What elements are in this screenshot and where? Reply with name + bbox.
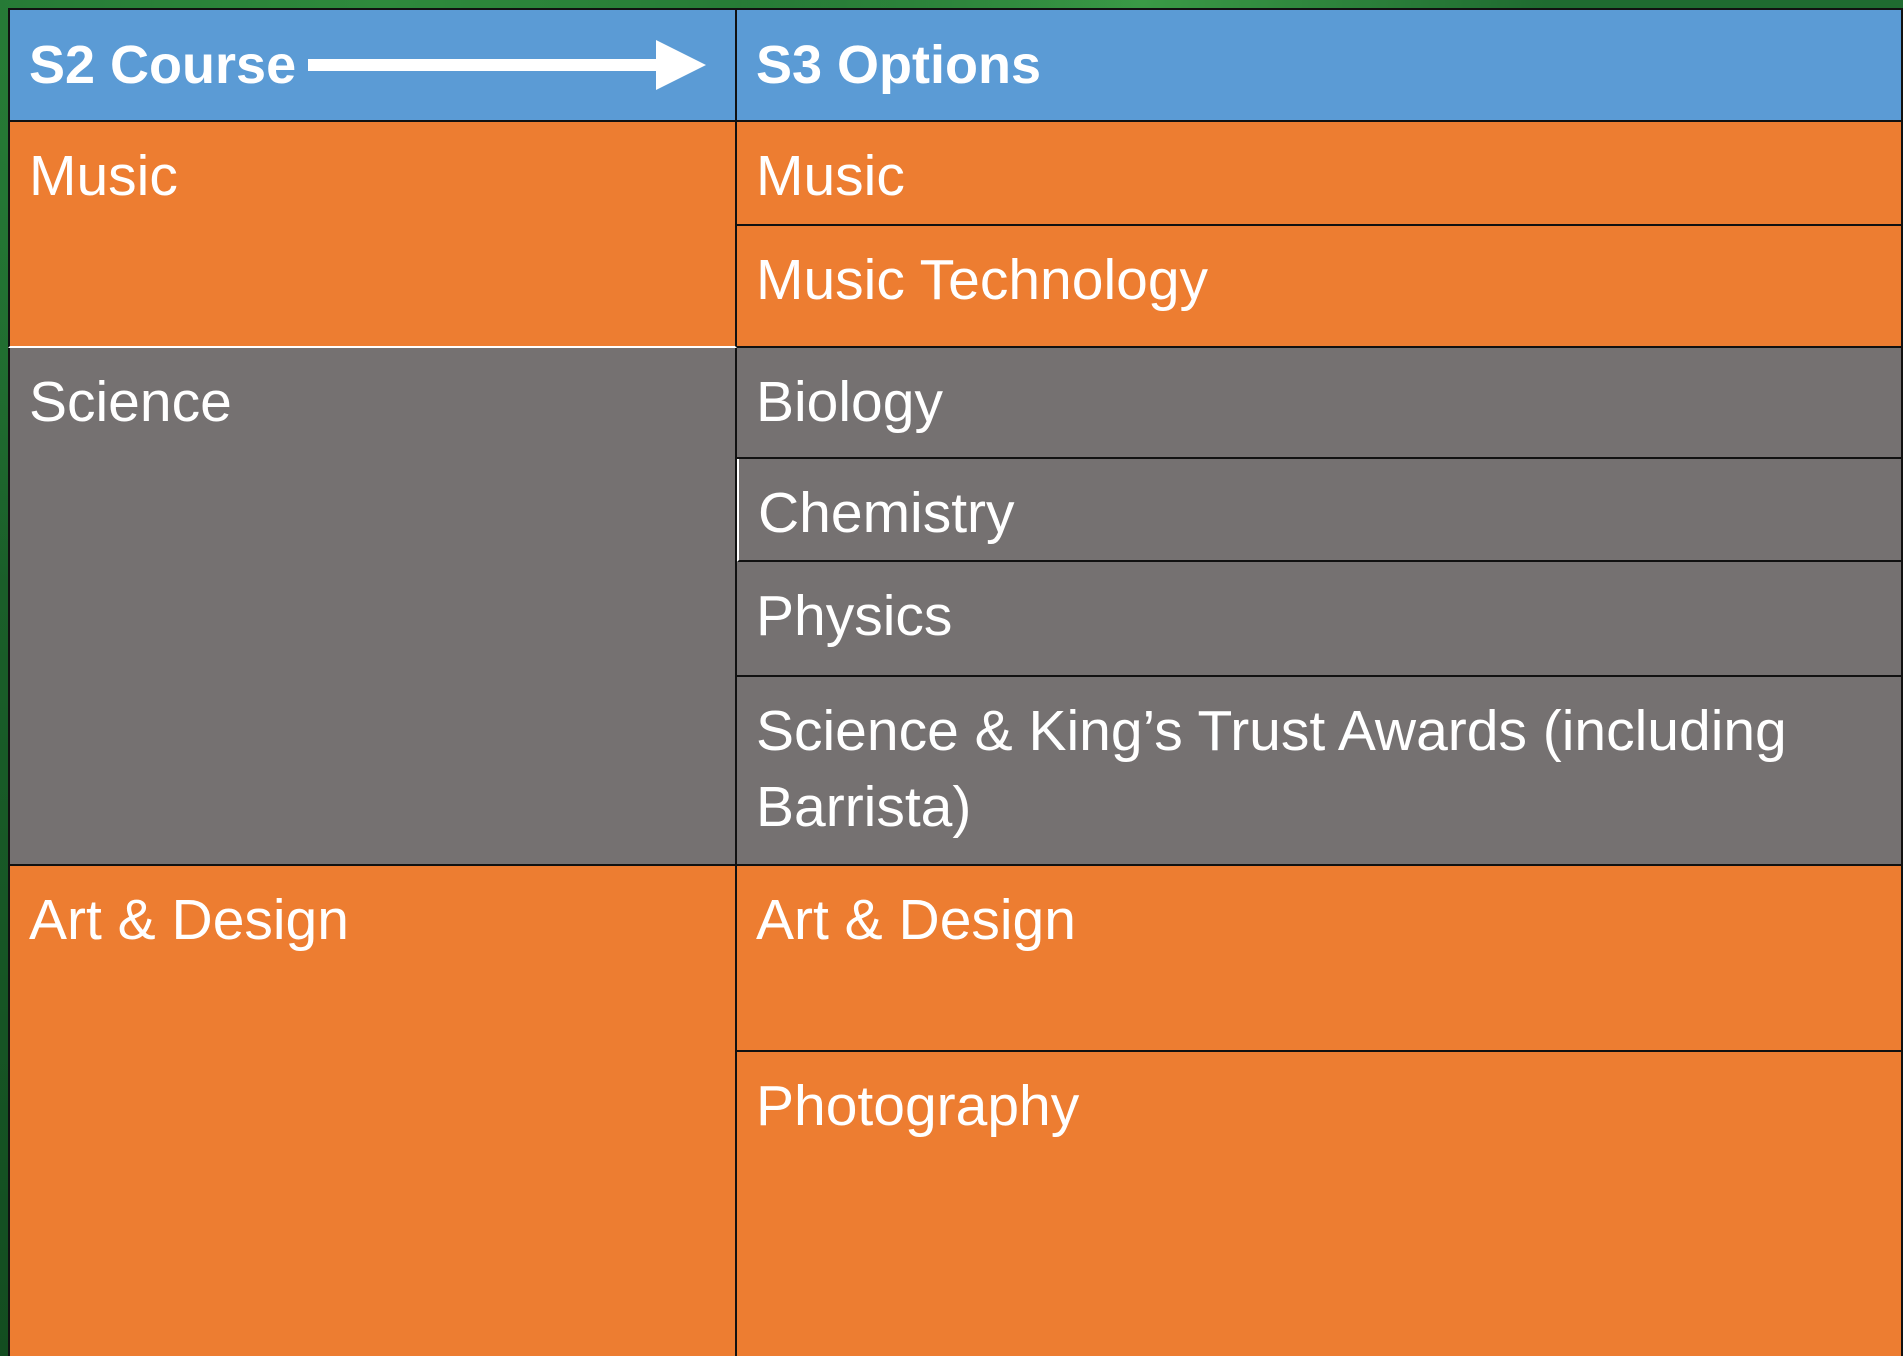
option-cell-chemistry: Chemistry (737, 459, 1903, 562)
option-cell-physics: Physics (737, 562, 1903, 677)
option-label: Biology (756, 370, 943, 434)
course-cell-science: Science (8, 348, 737, 866)
option-cell-science-kings-trust: Science & King’s Trust Awards (including… (737, 677, 1903, 866)
option-cell-music-technology: Music Technology (737, 226, 1903, 348)
option-cell-music: Music (737, 122, 1903, 226)
course-label: Music (29, 144, 178, 208)
course-label: Science (29, 370, 232, 434)
course-cell-music: Music (8, 122, 737, 348)
option-label: Music Technology (756, 248, 1209, 312)
course-cell-art-design: Art & Design (8, 866, 737, 1356)
option-cell-photography: Photography (737, 1052, 1903, 1356)
header-s2-course-label: S2 Course (29, 35, 297, 95)
header-s3-options: S3 Options (737, 8, 1903, 122)
option-label: Science & King’s Trust Awards (including… (756, 699, 1787, 839)
option-label: Chemistry (758, 481, 1015, 545)
right-arrow-icon (308, 40, 707, 90)
option-label: Music (756, 144, 905, 208)
option-label: Art & Design (756, 888, 1076, 952)
header-s3-options-label: S3 Options (756, 35, 1042, 95)
course-label: Art & Design (29, 888, 349, 952)
option-cell-art-design: Art & Design (737, 866, 1903, 1052)
header-s2-course: S2 Course (8, 8, 737, 122)
option-label: Physics (756, 584, 953, 648)
course-options-table: S2 Course S3 Options Music Music Music T… (8, 8, 1903, 1356)
option-label: Photography (756, 1074, 1080, 1138)
option-cell-biology: Biology (737, 348, 1903, 459)
